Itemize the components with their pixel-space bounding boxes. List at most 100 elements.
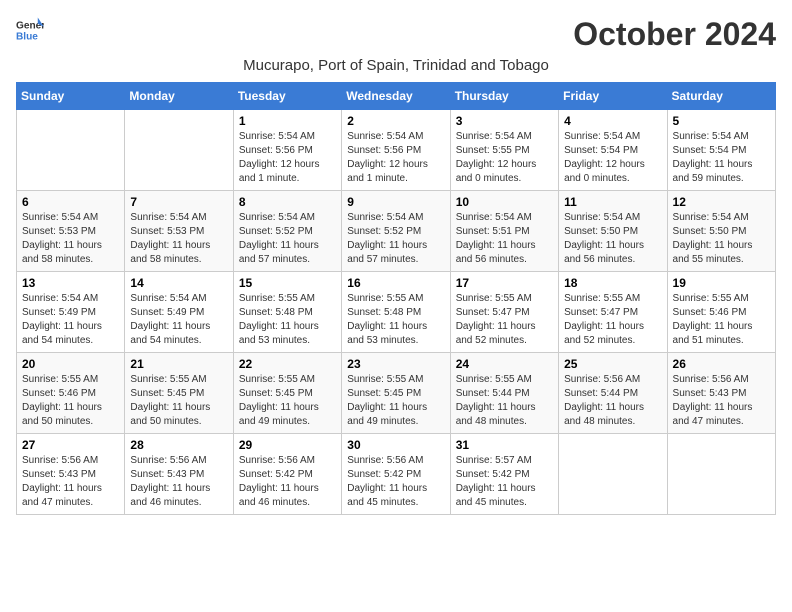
day-info: Sunrise: 5:55 AM Sunset: 5:45 PM Dayligh… <box>347 373 444 429</box>
calendar-cell: 1 Sunrise: 5:54 AM Sunset: 5:56 PM Daylig… <box>233 110 341 191</box>
day-info: Sunrise: 5:56 AM Sunset: 5:42 PM Dayligh… <box>347 454 444 510</box>
weekday-header: Tuesday <box>233 83 341 110</box>
day-number: 22 <box>239 357 336 371</box>
calendar-cell <box>125 110 233 191</box>
calendar-week-row: 6 Sunrise: 5:54 AM Sunset: 5:53 PM Daylig… <box>17 191 776 272</box>
calendar-cell: 3 Sunrise: 5:54 AM Sunset: 5:55 PM Daylig… <box>450 110 558 191</box>
calendar-cell: 29 Sunrise: 5:56 AM Sunset: 5:42 PM Dayli… <box>233 434 341 515</box>
day-number: 11 <box>564 195 661 209</box>
calendar-week-row: 20 Sunrise: 5:55 AM Sunset: 5:46 PM Dayli… <box>17 353 776 434</box>
calendar-cell: 15 Sunrise: 5:55 AM Sunset: 5:48 PM Dayli… <box>233 272 341 353</box>
calendar-cell: 17 Sunrise: 5:55 AM Sunset: 5:47 PM Dayli… <box>450 272 558 353</box>
calendar-cell: 6 Sunrise: 5:54 AM Sunset: 5:53 PM Daylig… <box>17 191 125 272</box>
calendar-cell <box>667 434 775 515</box>
day-number: 15 <box>239 276 336 290</box>
day-info: Sunrise: 5:55 AM Sunset: 5:47 PM Dayligh… <box>456 292 553 348</box>
day-number: 5 <box>673 114 770 128</box>
logo: General Blue <box>16 16 44 44</box>
day-number: 17 <box>456 276 553 290</box>
weekday-header: Saturday <box>667 83 775 110</box>
weekday-header: Wednesday <box>342 83 450 110</box>
day-info: Sunrise: 5:54 AM Sunset: 5:56 PM Dayligh… <box>347 130 444 186</box>
day-info: Sunrise: 5:57 AM Sunset: 5:42 PM Dayligh… <box>456 454 553 510</box>
day-number: 2 <box>347 114 444 128</box>
calendar-cell: 12 Sunrise: 5:54 AM Sunset: 5:50 PM Dayli… <box>667 191 775 272</box>
day-info: Sunrise: 5:56 AM Sunset: 5:43 PM Dayligh… <box>130 454 227 510</box>
calendar-cell: 18Sunrise: 5:55 AM Sunset: 5:47 PM Dayli… <box>559 272 667 353</box>
weekday-header: Sunday <box>17 83 125 110</box>
weekday-header: Thursday <box>450 83 558 110</box>
day-number: 16 <box>347 276 444 290</box>
day-info: Sunrise: 5:55 AM Sunset: 5:45 PM Dayligh… <box>130 373 227 429</box>
calendar-cell: 2 Sunrise: 5:54 AM Sunset: 5:56 PM Daylig… <box>342 110 450 191</box>
day-number: 8 <box>239 195 336 209</box>
day-number: 4 <box>564 114 661 128</box>
calendar-cell: 21 Sunrise: 5:55 AM Sunset: 5:45 PM Dayli… <box>125 353 233 434</box>
calendar-week-row: 27 Sunrise: 5:56 AM Sunset: 5:43 PM Dayli… <box>17 434 776 515</box>
calendar-cell: 5Sunrise: 5:54 AM Sunset: 5:54 PM Daylig… <box>667 110 775 191</box>
day-number: 29 <box>239 438 336 452</box>
day-number: 21 <box>130 357 227 371</box>
day-info: Sunrise: 5:55 AM Sunset: 5:45 PM Dayligh… <box>239 373 336 429</box>
day-info: Sunrise: 5:55 AM Sunset: 5:48 PM Dayligh… <box>239 292 336 348</box>
day-number: 12 <box>673 195 770 209</box>
day-number: 6 <box>22 195 119 209</box>
calendar-header-row: SundayMondayTuesdayWednesdayThursdayFrid… <box>17 83 776 110</box>
day-number: 25 <box>564 357 661 371</box>
calendar-cell: 22 Sunrise: 5:55 AM Sunset: 5:45 PM Dayli… <box>233 353 341 434</box>
day-number: 7 <box>130 195 227 209</box>
calendar-cell: 19Sunrise: 5:55 AM Sunset: 5:46 PM Dayli… <box>667 272 775 353</box>
day-info: Sunrise: 5:54 AM Sunset: 5:49 PM Dayligh… <box>130 292 227 348</box>
day-number: 28 <box>130 438 227 452</box>
day-number: 27 <box>22 438 119 452</box>
day-number: 26 <box>673 357 770 371</box>
day-number: 3 <box>456 114 553 128</box>
page-subtitle: Mucurapo, Port of Spain, Trinidad and To… <box>16 57 776 74</box>
calendar-cell: 13 Sunrise: 5:54 AM Sunset: 5:49 PM Dayli… <box>17 272 125 353</box>
calendar-cell <box>559 434 667 515</box>
calendar-cell: 16Sunrise: 5:55 AM Sunset: 5:48 PM Dayli… <box>342 272 450 353</box>
day-info: Sunrise: 5:54 AM Sunset: 5:51 PM Dayligh… <box>456 211 553 267</box>
calendar-cell: 30Sunrise: 5:56 AM Sunset: 5:42 PM Dayli… <box>342 434 450 515</box>
calendar-cell: 7 Sunrise: 5:54 AM Sunset: 5:53 PM Daylig… <box>125 191 233 272</box>
day-number: 9 <box>347 195 444 209</box>
calendar-cell: 11Sunrise: 5:54 AM Sunset: 5:50 PM Dayli… <box>559 191 667 272</box>
weekday-header: Friday <box>559 83 667 110</box>
calendar-table: SundayMondayTuesdayWednesdayThursdayFrid… <box>16 82 776 515</box>
calendar-cell: 10 Sunrise: 5:54 AM Sunset: 5:51 PM Dayli… <box>450 191 558 272</box>
day-number: 20 <box>22 357 119 371</box>
calendar-cell: 4 Sunrise: 5:54 AM Sunset: 5:54 PM Daylig… <box>559 110 667 191</box>
day-info: Sunrise: 5:54 AM Sunset: 5:52 PM Dayligh… <box>347 211 444 267</box>
day-info: Sunrise: 5:54 AM Sunset: 5:49 PM Dayligh… <box>22 292 119 348</box>
calendar-cell: 8 Sunrise: 5:54 AM Sunset: 5:52 PM Daylig… <box>233 191 341 272</box>
calendar-cell: 24Sunrise: 5:55 AM Sunset: 5:44 PM Dayli… <box>450 353 558 434</box>
day-info: Sunrise: 5:54 AM Sunset: 5:53 PM Dayligh… <box>22 211 119 267</box>
day-number: 10 <box>456 195 553 209</box>
day-info: Sunrise: 5:54 AM Sunset: 5:53 PM Dayligh… <box>130 211 227 267</box>
calendar-cell: 23 Sunrise: 5:55 AM Sunset: 5:45 PM Dayli… <box>342 353 450 434</box>
day-info: Sunrise: 5:56 AM Sunset: 5:42 PM Dayligh… <box>239 454 336 510</box>
day-info: Sunrise: 5:54 AM Sunset: 5:52 PM Dayligh… <box>239 211 336 267</box>
day-info: Sunrise: 5:55 AM Sunset: 5:47 PM Dayligh… <box>564 292 661 348</box>
day-info: Sunrise: 5:55 AM Sunset: 5:46 PM Dayligh… <box>22 373 119 429</box>
calendar-week-row: 13 Sunrise: 5:54 AM Sunset: 5:49 PM Dayli… <box>17 272 776 353</box>
day-info: Sunrise: 5:54 AM Sunset: 5:56 PM Dayligh… <box>239 130 336 186</box>
day-number: 19 <box>673 276 770 290</box>
day-number: 1 <box>239 114 336 128</box>
calendar-cell: 27Sunrise: 5:56 AM Sunset: 5:43 PM Dayli… <box>17 434 125 515</box>
logo-icon: General Blue <box>16 16 44 44</box>
page-title: October 2024 <box>573 16 776 53</box>
day-number: 13 <box>22 276 119 290</box>
day-info: Sunrise: 5:56 AM Sunset: 5:43 PM Dayligh… <box>673 373 770 429</box>
day-info: Sunrise: 5:54 AM Sunset: 5:55 PM Dayligh… <box>456 130 553 186</box>
day-info: Sunrise: 5:55 AM Sunset: 5:44 PM Dayligh… <box>456 373 553 429</box>
day-info: Sunrise: 5:54 AM Sunset: 5:50 PM Dayligh… <box>673 211 770 267</box>
day-info: Sunrise: 5:54 AM Sunset: 5:54 PM Dayligh… <box>564 130 661 186</box>
day-number: 14 <box>130 276 227 290</box>
calendar-cell: 25Sunrise: 5:56 AM Sunset: 5:44 PM Dayli… <box>559 353 667 434</box>
calendar-cell: 14 Sunrise: 5:54 AM Sunset: 5:49 PM Dayli… <box>125 272 233 353</box>
day-number: 31 <box>456 438 553 452</box>
weekday-header: Monday <box>125 83 233 110</box>
day-number: 23 <box>347 357 444 371</box>
calendar-cell: 26 Sunrise: 5:56 AM Sunset: 5:43 PM Dayli… <box>667 353 775 434</box>
